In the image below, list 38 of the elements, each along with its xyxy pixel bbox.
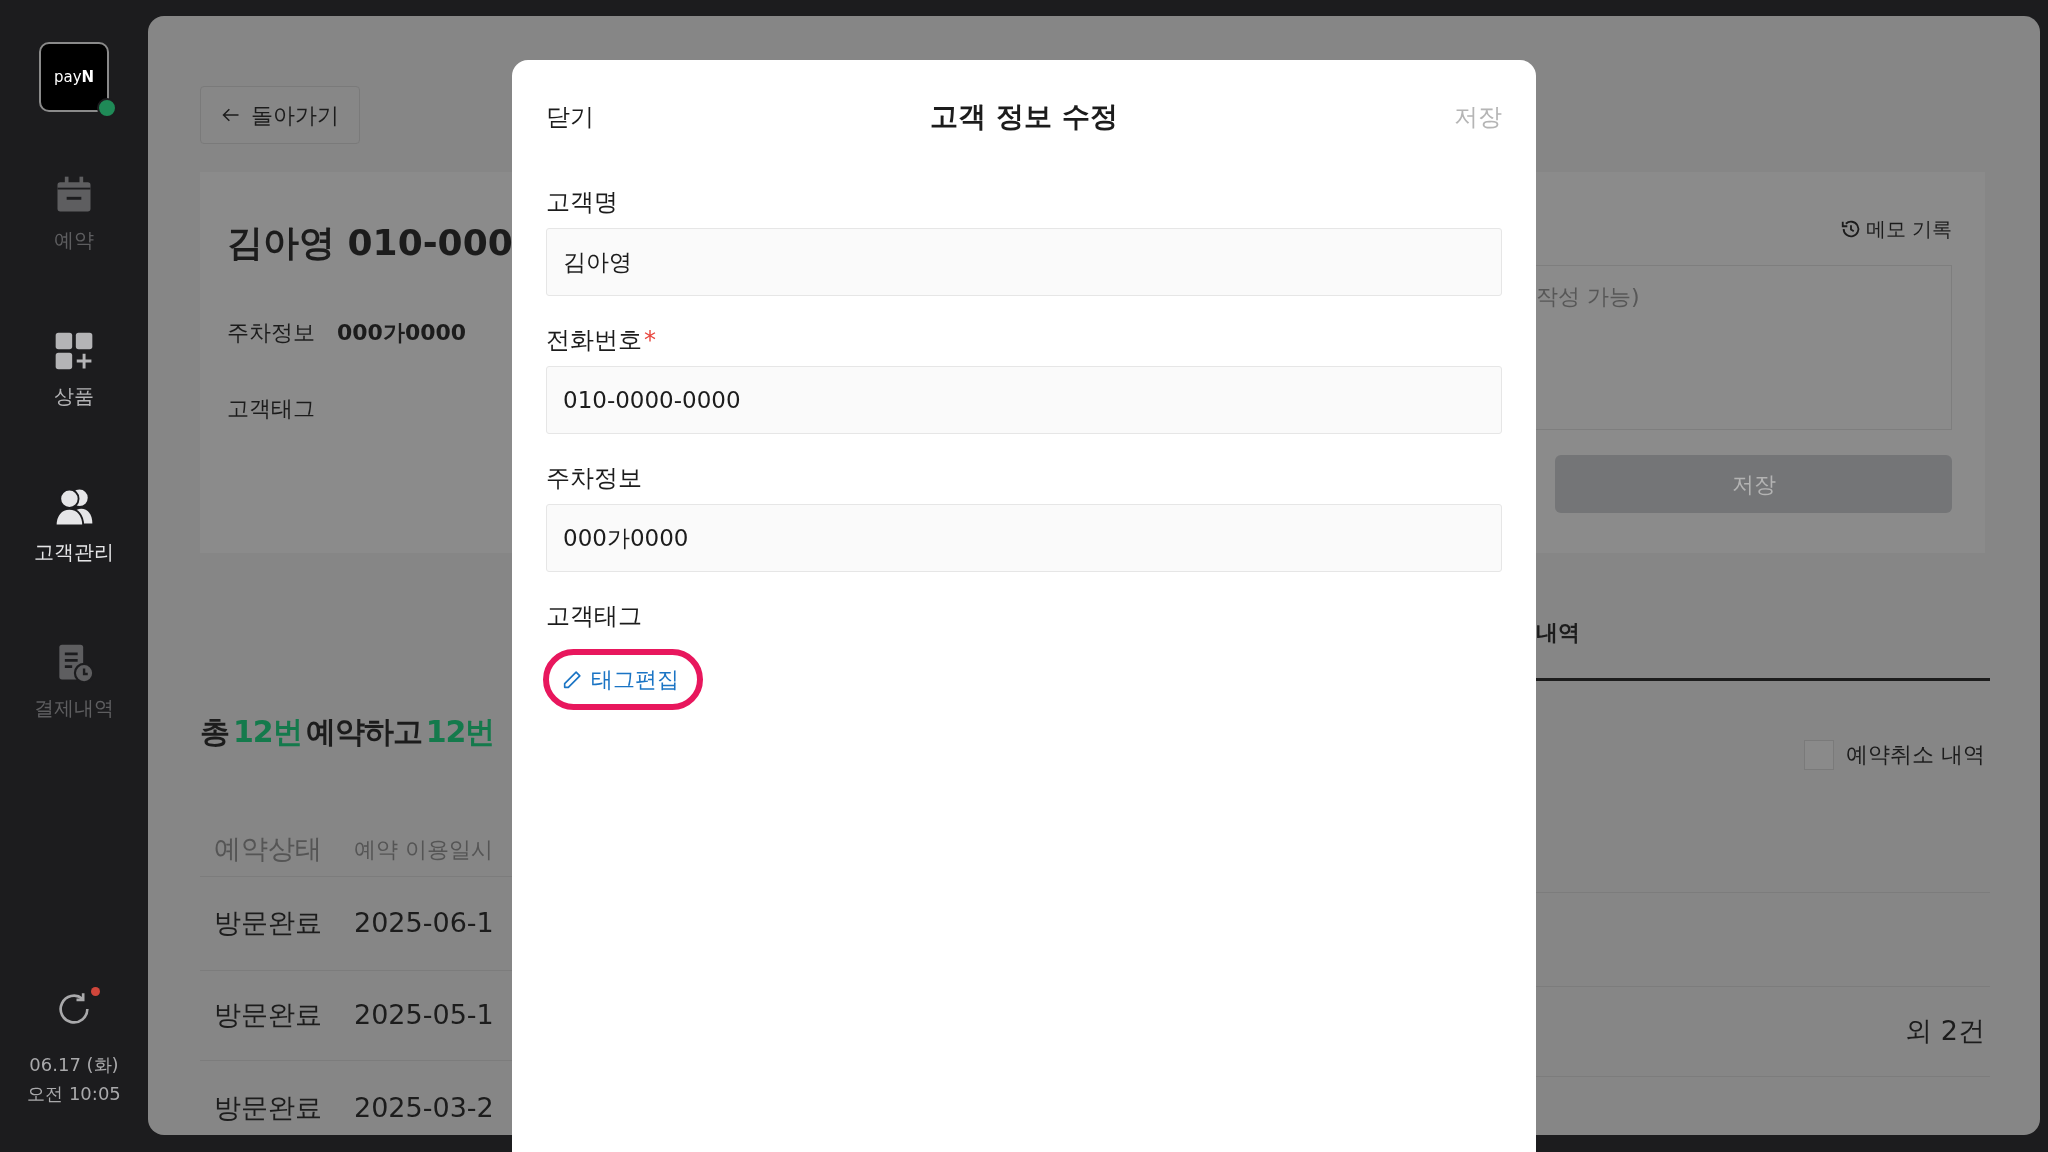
history-icon	[1839, 218, 1862, 240]
count-text: 12번	[233, 713, 302, 751]
summary-text: 예약하고	[305, 713, 422, 751]
table-cell-text: 외 2건	[1905, 1014, 1985, 1049]
field-label: 전화번호	[546, 325, 642, 356]
edit-tags-button[interactable]: 태그편집	[543, 649, 703, 710]
sidebar-item[interactable]: 상품	[52, 329, 96, 411]
memo-history-link[interactable]: 메모 기록	[1839, 214, 1952, 244]
required-mark: *	[644, 325, 656, 356]
back-button[interactable]: 돌아가기	[200, 86, 360, 144]
logo-text: payN	[53, 66, 95, 88]
sidebar-item[interactable]: 고객관리	[34, 485, 114, 567]
pencil-icon	[561, 668, 583, 691]
field-label: 고객태그	[546, 601, 642, 632]
field-label: 고객명	[546, 187, 618, 218]
dialog-title: 고객 정보 수정	[930, 99, 1118, 135]
summary-text: 총	[200, 713, 229, 751]
input-field[interactable]: 김아영	[546, 228, 1502, 296]
tab[interactable]: 내역	[1536, 618, 1580, 678]
table-cell-text: 방문완료	[213, 1090, 323, 1125]
table-cell-text: 방문완료	[213, 998, 323, 1033]
field-value: 000가0000	[337, 319, 467, 347]
table-cell-text: 2025-03-2	[354, 1090, 494, 1125]
time-text: 오전 10:05	[27, 1082, 121, 1106]
field-label: 주차정보	[227, 319, 315, 347]
close-button[interactable]: 닫기	[546, 99, 594, 135]
field-label: 주차정보	[546, 463, 642, 494]
status-dot	[97, 98, 117, 118]
table-cell-text: 방문완료	[213, 906, 323, 941]
customer-name: 김아영 010-000	[227, 221, 512, 265]
input-field[interactable]: 010-0000-0000	[546, 366, 1502, 434]
table-cell-text: 2025-06-1	[354, 906, 494, 941]
date-text: 06.17 (화)	[28, 1053, 120, 1077]
table-cell-text: 2025-05-1	[354, 998, 494, 1033]
count-text: 12번	[425, 713, 495, 751]
field-label: 고객태그	[227, 395, 315, 423]
input-field[interactable]: 000가0000	[546, 504, 1502, 572]
checkbox-label: 예약취소 내역	[1846, 741, 1985, 769]
